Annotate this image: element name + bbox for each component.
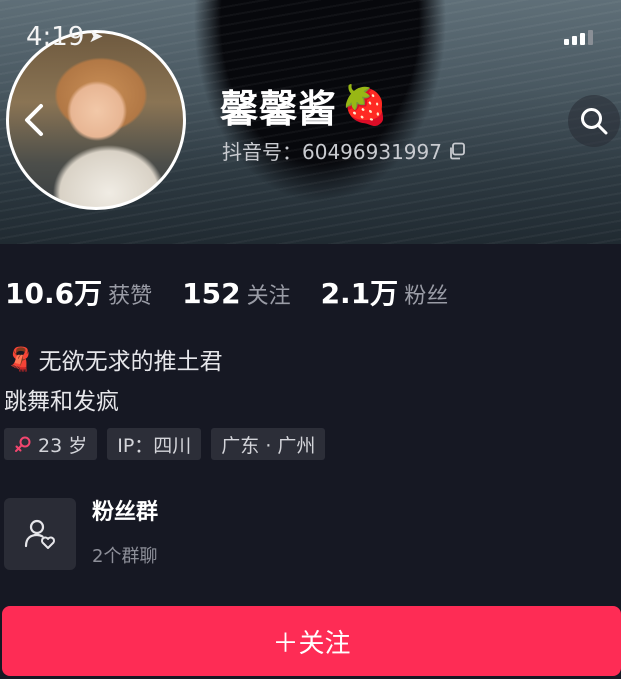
bio-text: 无欲无求的推土君	[38, 349, 223, 375]
signal-bars-icon	[564, 30, 593, 45]
back-button[interactable]	[14, 100, 54, 140]
chevron-left-icon	[25, 104, 43, 136]
stat-label: 关注	[246, 284, 291, 309]
stat-label: 获赞	[108, 284, 153, 309]
stat-following[interactable]: 152 关注	[182, 277, 290, 310]
stat-value: 2.1万	[320, 277, 399, 310]
tag-location: 广东 · 广州	[211, 428, 326, 460]
status-time: 4:19 ➤	[26, 22, 104, 52]
bio-line-2: 跳舞和发疯	[4, 389, 119, 415]
fan-group-entry[interactable]: 粉丝群 2个群聊	[4, 498, 158, 570]
douyin-id-text: 抖音号：60496931997	[222, 140, 442, 164]
profile-stats: 10.6万 获赞 152 关注 2.1万 粉丝	[5, 272, 478, 312]
stat-label: 粉丝	[404, 284, 449, 309]
fan-group-icon	[24, 519, 55, 549]
copy-icon[interactable]	[448, 142, 466, 160]
tag-ip: IP：四川	[107, 428, 202, 460]
tag-location-text: 广东 · 广州	[221, 434, 316, 457]
stat-followers[interactable]: 2.1万 粉丝	[321, 272, 449, 312]
fan-group-title: 粉丝群	[92, 500, 159, 525]
tag-age-text: 23 岁	[38, 434, 88, 457]
fan-group-subtitle: 2个群聊	[92, 546, 158, 567]
fan-group-icon-box	[4, 498, 76, 570]
follow-button[interactable]: ＋关注	[2, 606, 621, 676]
profile-tags: 23 岁 IP：四川 广东 · 广州	[4, 428, 326, 460]
stat-likes[interactable]: 10.6万 获赞	[5, 272, 152, 312]
bio-line-1: 🧣 无欲无求的推土君	[6, 342, 223, 376]
strawberry-icon: 🍓	[341, 83, 390, 127]
search-button[interactable]	[568, 95, 620, 147]
location-arrow-icon: ➤	[88, 26, 104, 47]
tag-age: 23 岁	[4, 428, 98, 460]
nickname-text: 馨馨酱	[220, 87, 338, 131]
douyin-id[interactable]: 抖音号：60496931997	[222, 136, 466, 165]
stat-value: 152	[182, 277, 241, 310]
scarf-icon: 🧣	[6, 346, 35, 373]
female-icon	[15, 436, 31, 452]
profile-nickname: 馨馨酱 🍓	[220, 78, 389, 133]
stat-value: 10.6万	[5, 277, 103, 310]
search-icon	[581, 108, 608, 135]
tag-ip-text: IP：四川	[117, 434, 192, 457]
